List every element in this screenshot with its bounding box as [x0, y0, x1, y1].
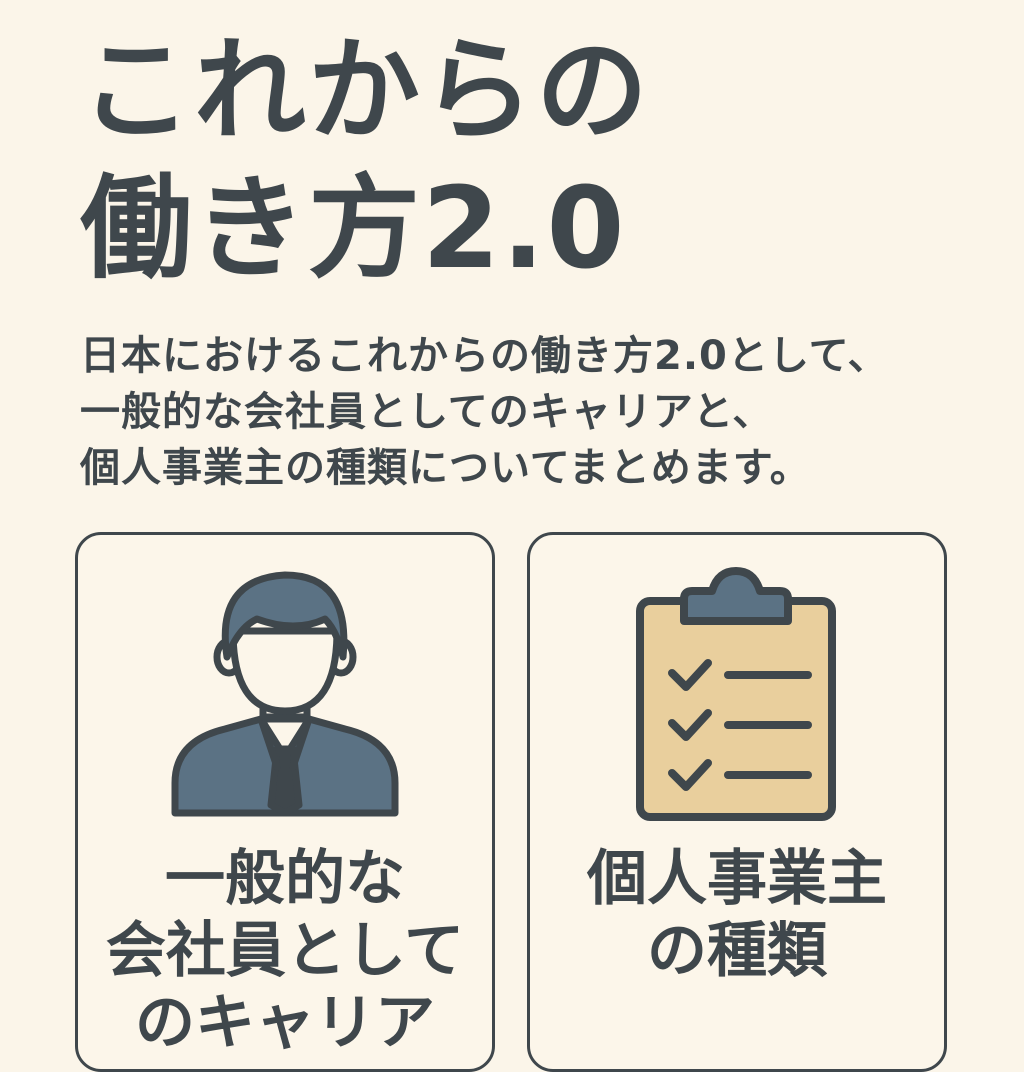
card-label-company-employee: 一般的な 会社員として のキャリア — [78, 843, 492, 1059]
page-title: これからの 働き方2.0 — [80, 22, 650, 298]
card-label-sole-proprietor: 個人事業主 の種類 — [530, 843, 944, 987]
lead-line-3: 個人事業主の種類についてまとめます。 — [80, 445, 811, 491]
page-title-line-2: 働き方2.0 — [80, 164, 627, 294]
lead-paragraph: 日本におけるこれからの働き方2.0として、 一般的な会社員としてのキャリアと、 … — [80, 328, 889, 496]
card-sole-proprietor-types: 個人事業主 の種類 — [527, 532, 947, 1072]
page-title-line-1: これからの — [80, 26, 650, 156]
card-label-line-1: 一般的な — [165, 844, 405, 914]
card-label-line-2: の種類 — [647, 916, 827, 986]
businessman-icon — [165, 561, 405, 825]
card-company-employee-career: 一般的な 会社員として のキャリア — [75, 532, 495, 1072]
card-label-line-3: のキャリア — [135, 988, 435, 1058]
clipboard-checklist-icon — [632, 565, 842, 829]
lead-line-2: 一般的な会社員としてのキャリアと、 — [80, 389, 774, 435]
lead-line-1: 日本におけるこれからの働き方2.0として、 — [80, 333, 889, 379]
card-label-line-1: 個人事業主 — [587, 844, 887, 914]
card-label-line-2: 会社員として — [105, 916, 465, 986]
